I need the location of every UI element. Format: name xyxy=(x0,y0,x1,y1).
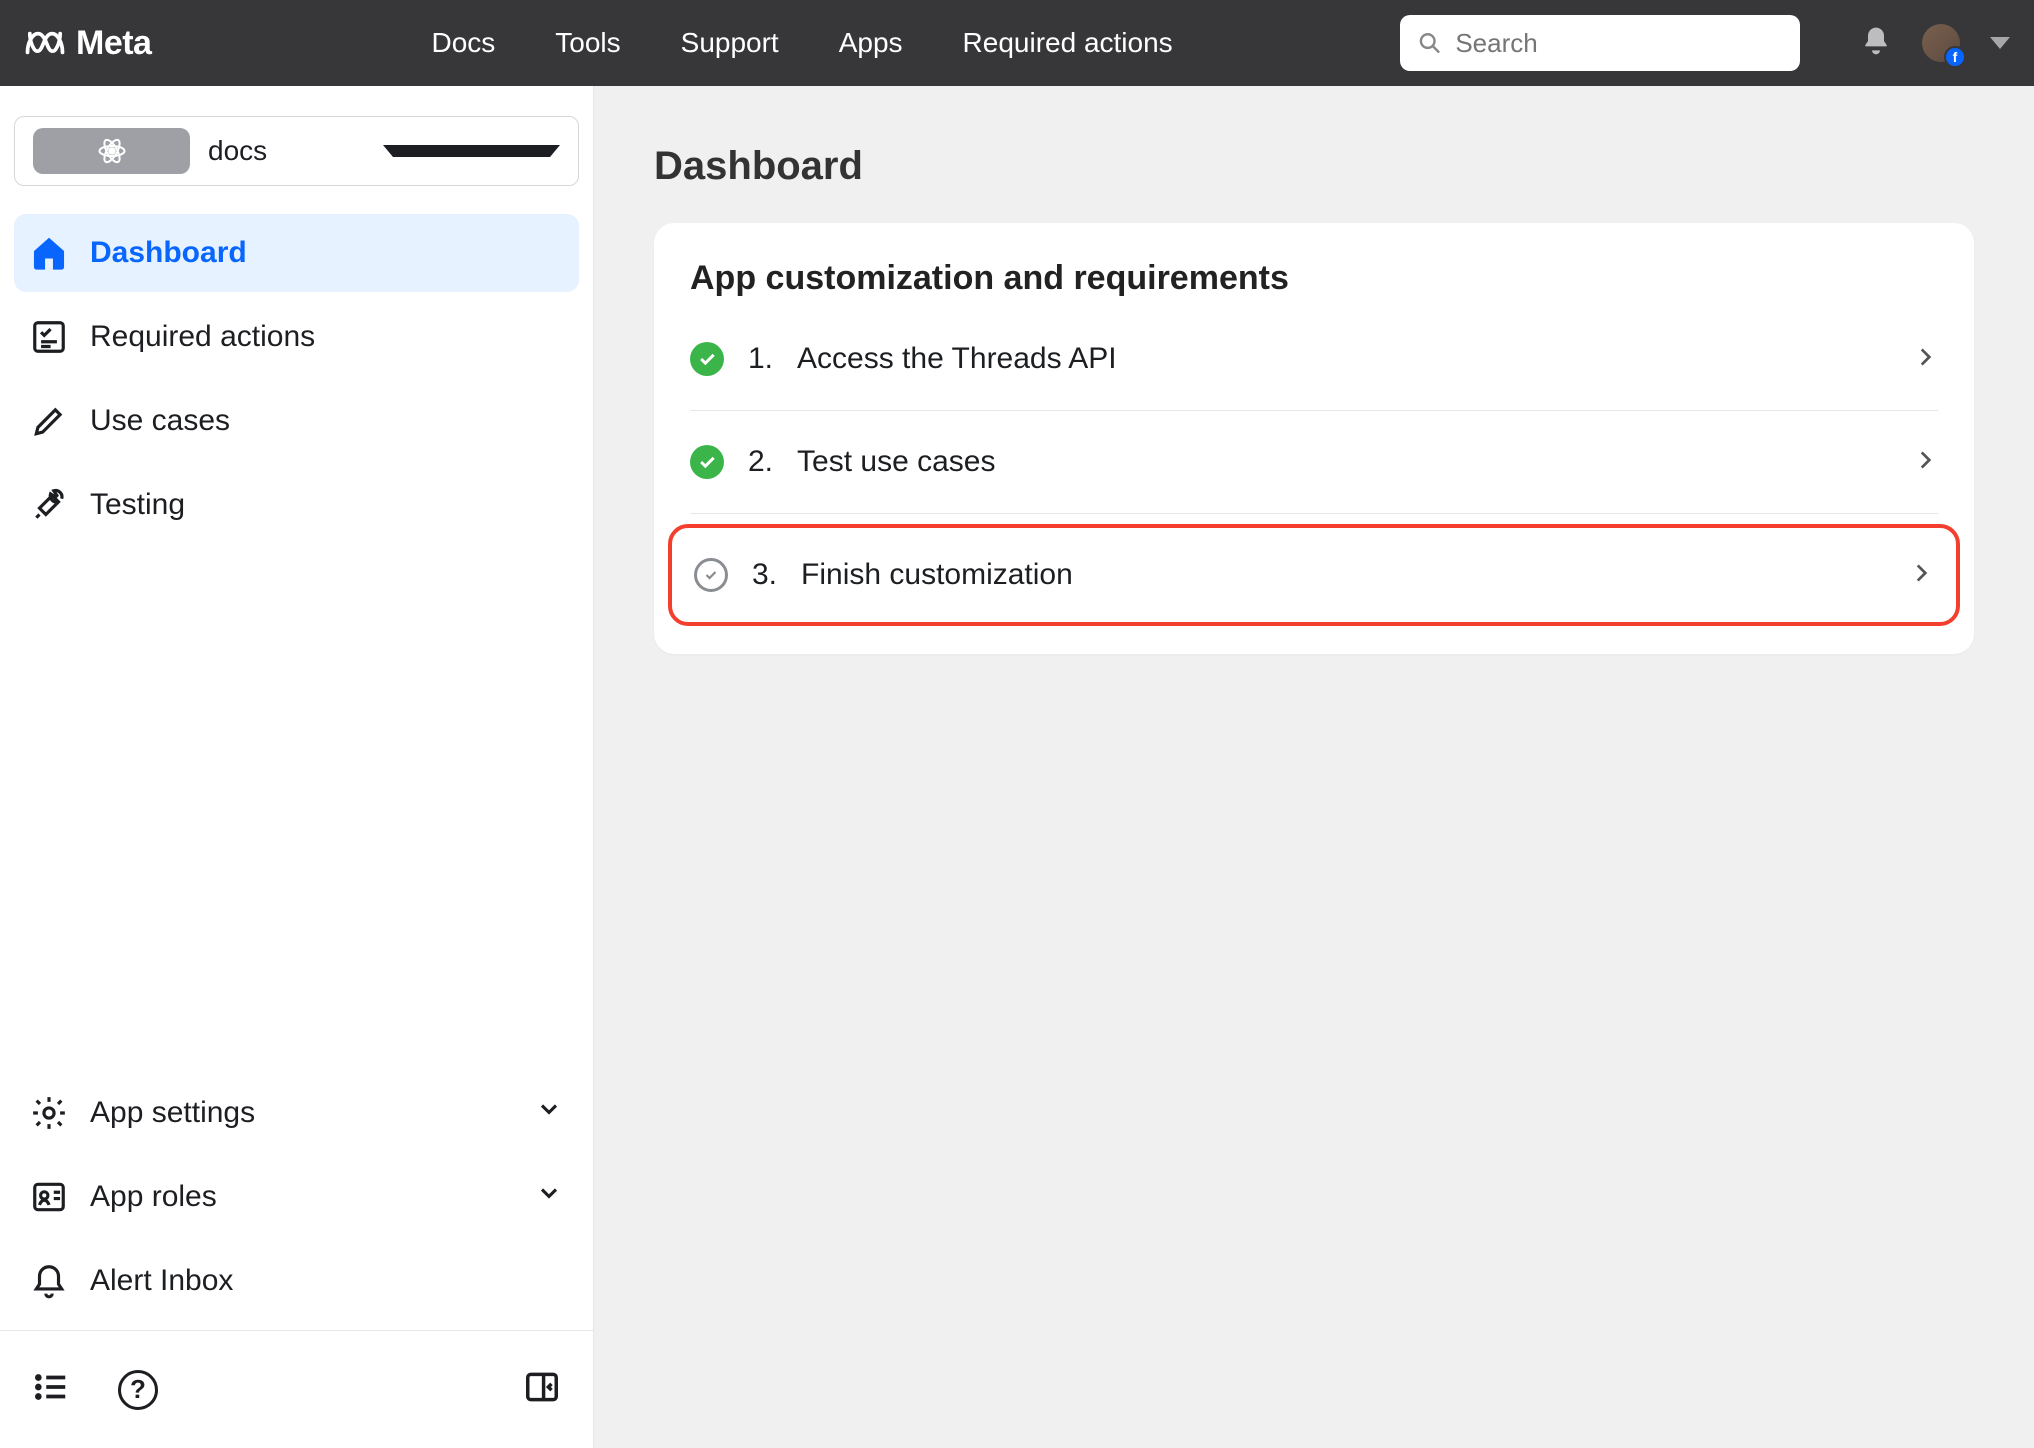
app-selector-name: docs xyxy=(208,135,365,167)
panel-collapse-icon xyxy=(523,1368,561,1406)
nav-docs[interactable]: Docs xyxy=(431,27,495,59)
nav-outline-button[interactable] xyxy=(32,1368,70,1411)
sidebar: docs Dashboard Required actions Use case… xyxy=(0,86,594,1448)
collapse-sidebar-button[interactable] xyxy=(523,1368,561,1411)
facebook-badge-icon: f xyxy=(1944,46,1966,68)
sidebar-item-testing[interactable]: Testing xyxy=(14,466,579,544)
main-content: Dashboard App customization and requirem… xyxy=(594,86,2034,1448)
top-bar: Meta Docs Tools Support Apps Required ac… xyxy=(0,0,2034,86)
step-row-finish-customization[interactable]: 3. Finish customization xyxy=(668,524,1960,626)
top-actions: f xyxy=(1860,24,2010,62)
bell-icon xyxy=(1860,25,1892,57)
notifications-button[interactable] xyxy=(1860,25,1892,62)
checklist-icon xyxy=(30,318,68,356)
nav-tools[interactable]: Tools xyxy=(555,27,620,59)
step-number: 2. xyxy=(748,445,773,479)
id-card-icon xyxy=(30,1178,68,1216)
step-row-access-threads-api[interactable]: 1. Access the Threads API xyxy=(654,308,1974,410)
sidebar-item-label: Alert Inbox xyxy=(90,1264,233,1298)
brand-name: Meta xyxy=(76,24,151,63)
sidebar-item-label: Required actions xyxy=(90,320,315,354)
avatar[interactable]: f xyxy=(1922,24,1960,62)
brand-logo[interactable]: Meta xyxy=(24,22,151,64)
list-icon xyxy=(32,1368,70,1406)
pencil-icon xyxy=(30,402,68,440)
check-circle-icon xyxy=(690,445,724,479)
account-menu-caret-icon[interactable] xyxy=(1990,37,2010,49)
app-icon xyxy=(33,128,190,174)
bell-outline-icon xyxy=(30,1262,68,1300)
sidebar-footer: ? xyxy=(0,1330,593,1448)
chevron-right-icon xyxy=(1912,344,1938,375)
meta-logo-icon xyxy=(24,22,66,64)
nav-required-actions[interactable]: Required actions xyxy=(963,27,1173,59)
step-number: 1. xyxy=(748,342,773,376)
tools-icon xyxy=(30,486,68,524)
app-selector[interactable]: docs xyxy=(14,116,579,186)
gear-icon xyxy=(30,1094,68,1132)
search-box[interactable] xyxy=(1400,15,1800,71)
search-input[interactable] xyxy=(1455,28,1782,59)
sidebar-item-label: App settings xyxy=(90,1096,255,1130)
help-button[interactable]: ? xyxy=(118,1370,158,1410)
sidebar-item-dashboard[interactable]: Dashboard xyxy=(14,214,579,292)
home-icon xyxy=(30,234,68,272)
chevron-right-icon xyxy=(1912,447,1938,478)
card-title: App customization and requirements xyxy=(654,259,1974,308)
customization-card: App customization and requirements 1. Ac… xyxy=(654,223,1974,654)
step-label: Finish customization xyxy=(801,558,1073,592)
sidebar-item-app-settings[interactable]: App settings xyxy=(14,1074,579,1152)
sidebar-item-use-cases[interactable]: Use cases xyxy=(14,382,579,460)
chevron-right-icon xyxy=(1908,560,1934,591)
page-title: Dashboard xyxy=(654,144,1974,189)
step-row-test-use-cases[interactable]: 2. Test use cases xyxy=(654,411,1974,513)
sidebar-item-label: Use cases xyxy=(90,404,230,438)
sidebar-item-app-roles[interactable]: App roles xyxy=(14,1158,579,1236)
nav-apps[interactable]: Apps xyxy=(839,27,903,59)
sidebar-item-required-actions[interactable]: Required actions xyxy=(14,298,579,376)
chevron-down-icon xyxy=(535,1179,563,1215)
chevron-down-icon xyxy=(383,145,560,157)
step-label: Test use cases xyxy=(797,445,995,479)
step-label: Access the Threads API xyxy=(797,342,1117,376)
sidebar-item-label: App roles xyxy=(90,1180,217,1214)
step-number: 3. xyxy=(752,558,777,592)
sidebar-item-alert-inbox[interactable]: Alert Inbox xyxy=(14,1242,579,1320)
search-icon xyxy=(1418,30,1441,56)
sidebar-item-label: Dashboard xyxy=(90,236,247,270)
chevron-down-icon xyxy=(535,1095,563,1131)
check-circle-icon xyxy=(690,342,724,376)
circle-check-outline-icon xyxy=(694,558,728,592)
top-nav: Docs Tools Support Apps Required actions xyxy=(431,27,1172,59)
nav-support[interactable]: Support xyxy=(681,27,779,59)
sidebar-item-label: Testing xyxy=(90,488,185,522)
question-icon: ? xyxy=(130,1374,146,1405)
